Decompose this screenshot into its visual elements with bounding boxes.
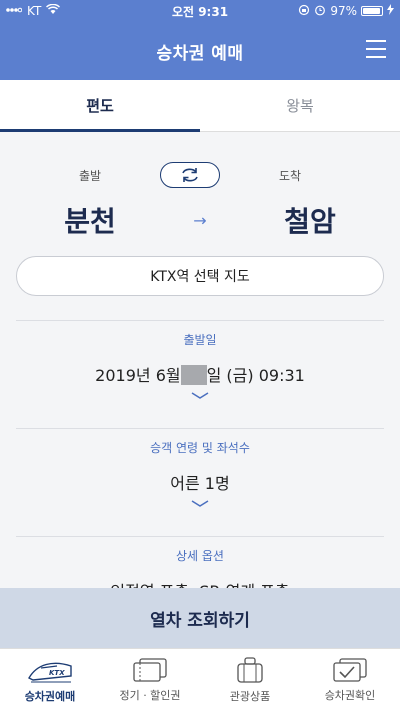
departure-date-rest: 일 (금) 09:31 xyxy=(206,366,305,385)
tab-one-way[interactable]: 편도 xyxy=(0,80,200,132)
status-left: KT xyxy=(6,3,136,18)
battery-icon xyxy=(361,6,383,16)
page-title: 승차권 예매 xyxy=(156,43,244,64)
status-time: 오전 9:31 xyxy=(171,4,229,19)
station-labels: 출발 도착 xyxy=(0,162,400,188)
nav-label: 승차권확인 xyxy=(324,689,376,702)
depart-label: 출발 xyxy=(78,168,102,183)
tickets-icon xyxy=(133,658,167,682)
nav-season-discount[interactable]: 정기 · 할인권 xyxy=(100,649,200,711)
arrive-label: 도착 xyxy=(278,168,302,183)
departure-date-value[interactable]: 2019년 6월 일 (금) 09:31 xyxy=(16,362,384,386)
search-trains-button[interactable]: 열차 조회하기 xyxy=(0,588,400,648)
options-title: 상세 옵션 xyxy=(176,549,224,563)
status-right: 97% xyxy=(264,4,394,19)
app-header: 승차권 예매 xyxy=(0,22,400,80)
station-map-button[interactable]: KTX역 선택 지도 xyxy=(16,256,384,296)
options-value[interactable]: 인접역 표출, SR 연계 표출 xyxy=(16,578,384,588)
redacted-block xyxy=(180,365,207,385)
booking-form: 출발 도착 분천 → 철암 KTX역 선택 지도 출발일 2019년 6월 일 (… xyxy=(0,132,400,588)
passengers-value[interactable]: 어른 1명 xyxy=(16,470,384,494)
departure-date-section: 출발일 2019년 6월 일 (금) 09:31 xyxy=(16,320,384,400)
battery-fill xyxy=(363,8,381,14)
nav-label: 정기 · 할인권 xyxy=(119,689,181,702)
tab-round-trip[interactable]: 왕복 xyxy=(200,80,400,131)
departure-date-title: 출발일 xyxy=(183,333,217,347)
nav-label: 관광상품 xyxy=(229,690,271,703)
swap-icon xyxy=(182,168,198,182)
signal-icon xyxy=(6,4,23,18)
passengers-title: 승객 연령 및 좌석수 xyxy=(150,441,250,455)
nav-label: 승차권예매 xyxy=(24,690,76,703)
nav-tour-products[interactable]: 관광상품 xyxy=(200,649,300,711)
wifi-icon xyxy=(46,3,61,18)
bottom-nav: KTX 승차권예매 정기 · 할인권 관광상품 승차권확인 xyxy=(0,648,400,711)
battery-percent: 97% xyxy=(330,4,357,18)
depart-station[interactable]: 분천 xyxy=(0,200,180,240)
rotation-lock-icon xyxy=(298,4,310,19)
carrier-name: KT xyxy=(27,4,42,18)
options-section: 상세 옵션 인접역 표출, SR 연계 표출 xyxy=(16,536,384,588)
luggage-icon xyxy=(237,657,263,683)
chevron-down-icon[interactable] xyxy=(16,392,384,400)
arrow-right-icon: → xyxy=(193,210,207,230)
alarm-icon xyxy=(314,4,326,19)
chevron-down-icon[interactable] xyxy=(16,500,384,508)
trip-type-tabs: 편도 왕복 xyxy=(0,80,400,132)
departure-date-month: 2019년 6월 xyxy=(95,366,181,385)
arrive-station[interactable]: 철암 xyxy=(220,200,400,240)
svg-text:KTX: KTX xyxy=(49,669,65,677)
ticket-check-icon xyxy=(333,658,367,682)
hamburger-menu-icon[interactable] xyxy=(366,40,386,60)
ktx-train-icon: KTX xyxy=(28,662,72,683)
nav-ticket-check[interactable]: 승차권확인 xyxy=(300,649,400,711)
charging-icon xyxy=(387,4,394,18)
status-bar: KT 오전 9:31 97% xyxy=(0,0,400,22)
passengers-section: 승객 연령 및 좌석수 어른 1명 xyxy=(16,428,384,508)
nav-ticket-booking[interactable]: KTX 승차권예매 xyxy=(0,649,100,711)
stations-row: 분천 → 철암 xyxy=(0,200,400,240)
